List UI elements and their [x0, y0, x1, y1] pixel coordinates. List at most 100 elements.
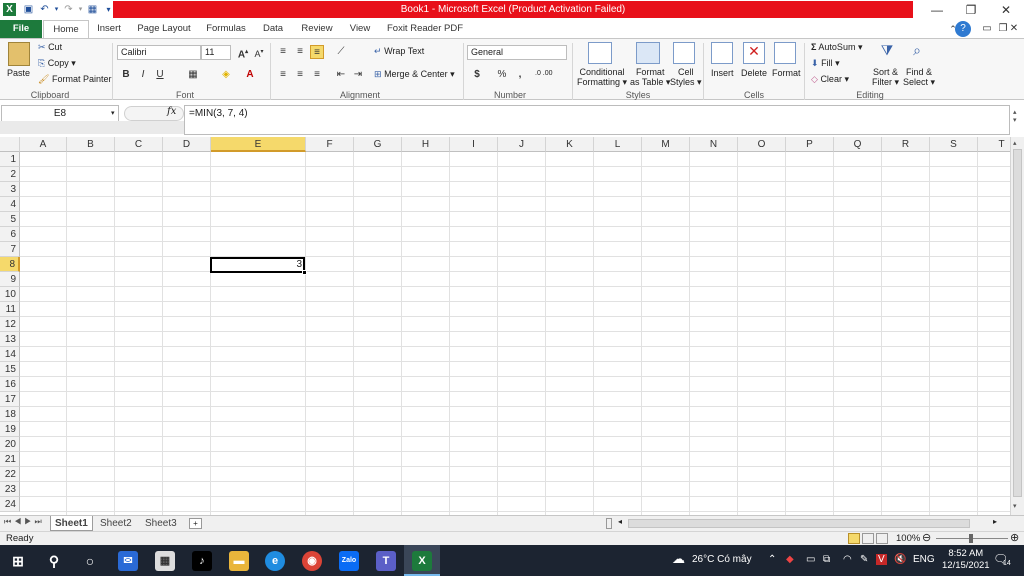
sheet-tab-1[interactable]: Sheet1 [50, 516, 93, 531]
battery-icon[interactable]: ▭ [806, 554, 815, 565]
doc-close-icon[interactable]: ✕ [1006, 21, 1022, 37]
column-header-i[interactable]: I [450, 137, 498, 152]
tiktok-icon[interactable]: ♪ [192, 551, 212, 571]
teams-icon[interactable]: T [376, 551, 396, 571]
row-header-17[interactable]: 17 [0, 392, 20, 407]
decrease-indent-icon[interactable]: ⇤ [334, 68, 348, 82]
zalo-icon[interactable]: Zalo [339, 551, 359, 571]
column-header-b[interactable]: B [67, 137, 115, 152]
merge-center-button[interactable]: ⊞ Merge & Center ▾ [374, 69, 455, 80]
row-header-5[interactable]: 5 [0, 212, 20, 227]
column-header-s[interactable]: S [930, 137, 978, 152]
clock[interactable]: 8:52 AM 12/15/2021 [942, 548, 990, 572]
number-format-select[interactable]: General [467, 45, 567, 60]
column-header-q[interactable]: Q [834, 137, 882, 152]
borders-icon[interactable]: ▦ [186, 68, 200, 82]
tab-home[interactable]: Home [43, 20, 89, 38]
conditional-formatting-icon[interactable] [588, 42, 612, 64]
wifi-icon[interactable]: ◠ [843, 554, 852, 565]
insert-function-button[interactable]: fx [167, 106, 176, 117]
column-header-g[interactable]: G [354, 137, 402, 152]
column-header-f[interactable]: F [306, 137, 354, 152]
row-header-8[interactable]: 8 [0, 257, 20, 272]
fill-button[interactable]: ⬇ Fill ▾ [811, 58, 840, 69]
font-name-select[interactable]: Calibri [117, 45, 201, 60]
zoom-in-icon[interactable]: ⊕ [1010, 532, 1019, 545]
spreadsheet-grid[interactable]: ABCDEFGHIJKLMNOPQRST 1 2 3 4 5 6 7 8 9 10 11 12 13 14… [0, 137, 1010, 515]
column-header-k[interactable]: K [546, 137, 594, 152]
format-table-icon[interactable] [636, 42, 660, 64]
autosum-button[interactable]: Σ AutoSum ▾ [811, 42, 862, 53]
hscroll-thumb[interactable] [628, 519, 970, 528]
column-header-m[interactable]: M [642, 137, 690, 152]
row-header-9[interactable]: 9 [0, 272, 20, 287]
page-layout-view-icon[interactable] [862, 533, 874, 544]
row-header-6[interactable]: 6 [0, 227, 20, 242]
wrap-text-button[interactable]: ↵ Wrap Text [374, 46, 424, 57]
sort-filter-button[interactable]: Sort & Filter ▾ [872, 67, 899, 87]
insert-cells-icon[interactable] [711, 42, 733, 64]
table-icon[interactable]: ▦ [86, 3, 99, 16]
windows-start-icon[interactable]: ⊞ [8, 551, 28, 571]
paste-button[interactable]: Paste [7, 68, 30, 78]
tray-app-icon[interactable]: ◆ [786, 554, 794, 565]
decimal-buttons[interactable]: .0 .00 [535, 70, 553, 77]
shrink-font-icon[interactable]: A▾ [252, 45, 266, 59]
tab-view[interactable]: View [345, 20, 375, 38]
normal-view-icon[interactable] [848, 533, 860, 544]
conditional-formatting-button[interactable]: Conditional Formatting ▾ [577, 67, 627, 87]
tray-chevron-icon[interactable]: ⌃ [768, 554, 776, 565]
sheet-tab-2[interactable]: Sheet2 [96, 516, 136, 531]
column-header-l[interactable]: L [594, 137, 642, 152]
align-middle-icon[interactable]: ≡ [293, 45, 307, 59]
active-cell[interactable]: 3 [210, 257, 305, 273]
row-header-16[interactable]: 16 [0, 377, 20, 392]
cell-styles-icon[interactable] [673, 42, 695, 64]
help-icon[interactable]: ? [955, 21, 971, 37]
row-header-4[interactable]: 4 [0, 197, 20, 212]
minimize-button[interactable]: — [926, 2, 948, 18]
zoom-out-icon[interactable]: ⊖ [922, 532, 931, 545]
row-header-3[interactable]: 3 [0, 182, 20, 197]
scroll-thumb[interactable] [1013, 149, 1022, 497]
row-header-15[interactable]: 15 [0, 362, 20, 377]
copy-button[interactable]: ⎘ Copy ▾ [38, 58, 76, 69]
clear-button[interactable]: ◇ Clear ▾ [811, 74, 849, 85]
new-sheet-icon[interactable]: + [189, 518, 202, 529]
font-size-select[interactable]: 11 [201, 45, 231, 60]
format-as-table-button[interactable]: Format as Table ▾ [630, 67, 670, 87]
tab-page-layout[interactable]: Page Layout [134, 20, 194, 38]
cut-button[interactable]: ✂ Cut [38, 42, 62, 53]
bold-button[interactable]: B [119, 68, 133, 82]
row-header-11[interactable]: 11 [0, 302, 20, 317]
tab-review[interactable]: Review [298, 20, 336, 38]
underline-button[interactable]: U [153, 68, 167, 82]
format-painter-button[interactable]: 🖌 Format Painter [38, 74, 111, 85]
tab-file[interactable]: File [0, 20, 42, 38]
align-center-icon[interactable]: ≡ [293, 68, 307, 82]
tray-window-icon[interactable]: ⧉ [823, 554, 830, 565]
language-indicator[interactable]: ENG [913, 554, 935, 565]
row-header-14[interactable]: 14 [0, 347, 20, 362]
tray-tool-icon[interactable]: ✎ [860, 554, 868, 565]
vertical-scrollbar[interactable]: ▴ ▾ [1010, 137, 1024, 515]
column-header-r[interactable]: R [882, 137, 930, 152]
paste-icon[interactable] [8, 42, 30, 66]
column-header-h[interactable]: H [402, 137, 450, 152]
increase-indent-icon[interactable]: ⇥ [351, 68, 365, 82]
row-header-22[interactable]: 22 [0, 467, 20, 482]
scroll-up-icon[interactable]: ▴ [1013, 139, 1017, 147]
save-icon[interactable]: ▣ [22, 3, 35, 16]
volume-icon[interactable]: 🔇 [894, 554, 906, 565]
zoom-slider-thumb[interactable] [969, 534, 973, 543]
search-icon[interactable]: ⚲ [44, 551, 64, 571]
currency-button[interactable]: $ [470, 68, 484, 82]
hscroll-right-icon[interactable]: ▸ [993, 517, 997, 526]
sheet-tab-3[interactable]: Sheet3 [141, 516, 181, 531]
grow-font-icon[interactable]: A▴ [236, 45, 250, 60]
row-header-18[interactable]: 18 [0, 407, 20, 422]
fill-color-icon[interactable]: ◈ [219, 68, 233, 82]
weather-text[interactable]: 26°C Có mây [692, 554, 752, 565]
find-select-button[interactable]: Find & Select ▾ [903, 67, 935, 87]
tab-split-handle[interactable] [606, 518, 612, 529]
